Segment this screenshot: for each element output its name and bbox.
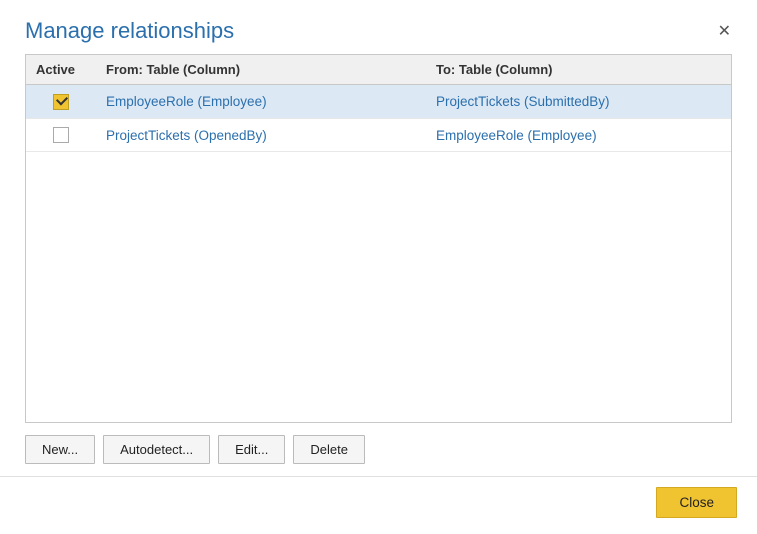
manage-relationships-dialog: Manage relationships ✕ Active From: Tabl… (0, 0, 757, 534)
action-buttons: New... Autodetect... Edit... Delete (0, 423, 757, 476)
new-button[interactable]: New... (25, 435, 95, 464)
col-header-from: From: Table (Column) (96, 55, 426, 85)
col-header-active: Active (26, 55, 96, 85)
from-cell: ProjectTickets (OpenedBy) (96, 118, 426, 151)
col-header-to: To: Table (Column) (426, 55, 731, 85)
close-footer-button[interactable]: Close (656, 487, 737, 518)
autodetect-button[interactable]: Autodetect... (103, 435, 210, 464)
table-row[interactable]: ProjectTickets (OpenedBy)EmployeeRole (E… (26, 118, 731, 151)
to-cell: EmployeeRole (Employee) (426, 118, 731, 151)
active-cell (26, 85, 96, 118)
dialog-footer: Close (0, 476, 757, 534)
to-cell: ProjectTickets (SubmittedBy) (426, 85, 731, 118)
dialog-title: Manage relationships (25, 18, 234, 44)
table-header-row: Active From: Table (Column) To: Table (C… (26, 55, 731, 85)
relationships-table-container: Active From: Table (Column) To: Table (C… (25, 54, 732, 423)
checkbox-checked-icon (53, 94, 69, 110)
checkbox-unchecked-icon (53, 127, 69, 143)
from-cell: EmployeeRole (Employee) (96, 85, 426, 118)
delete-button[interactable]: Delete (293, 435, 365, 464)
close-icon[interactable]: ✕ (712, 22, 737, 42)
table-row[interactable]: EmployeeRole (Employee)ProjectTickets (S… (26, 85, 731, 118)
dialog-header: Manage relationships ✕ (0, 0, 757, 54)
active-cell (26, 118, 96, 151)
relationships-table: Active From: Table (Column) To: Table (C… (26, 55, 731, 152)
edit-button[interactable]: Edit... (218, 435, 285, 464)
